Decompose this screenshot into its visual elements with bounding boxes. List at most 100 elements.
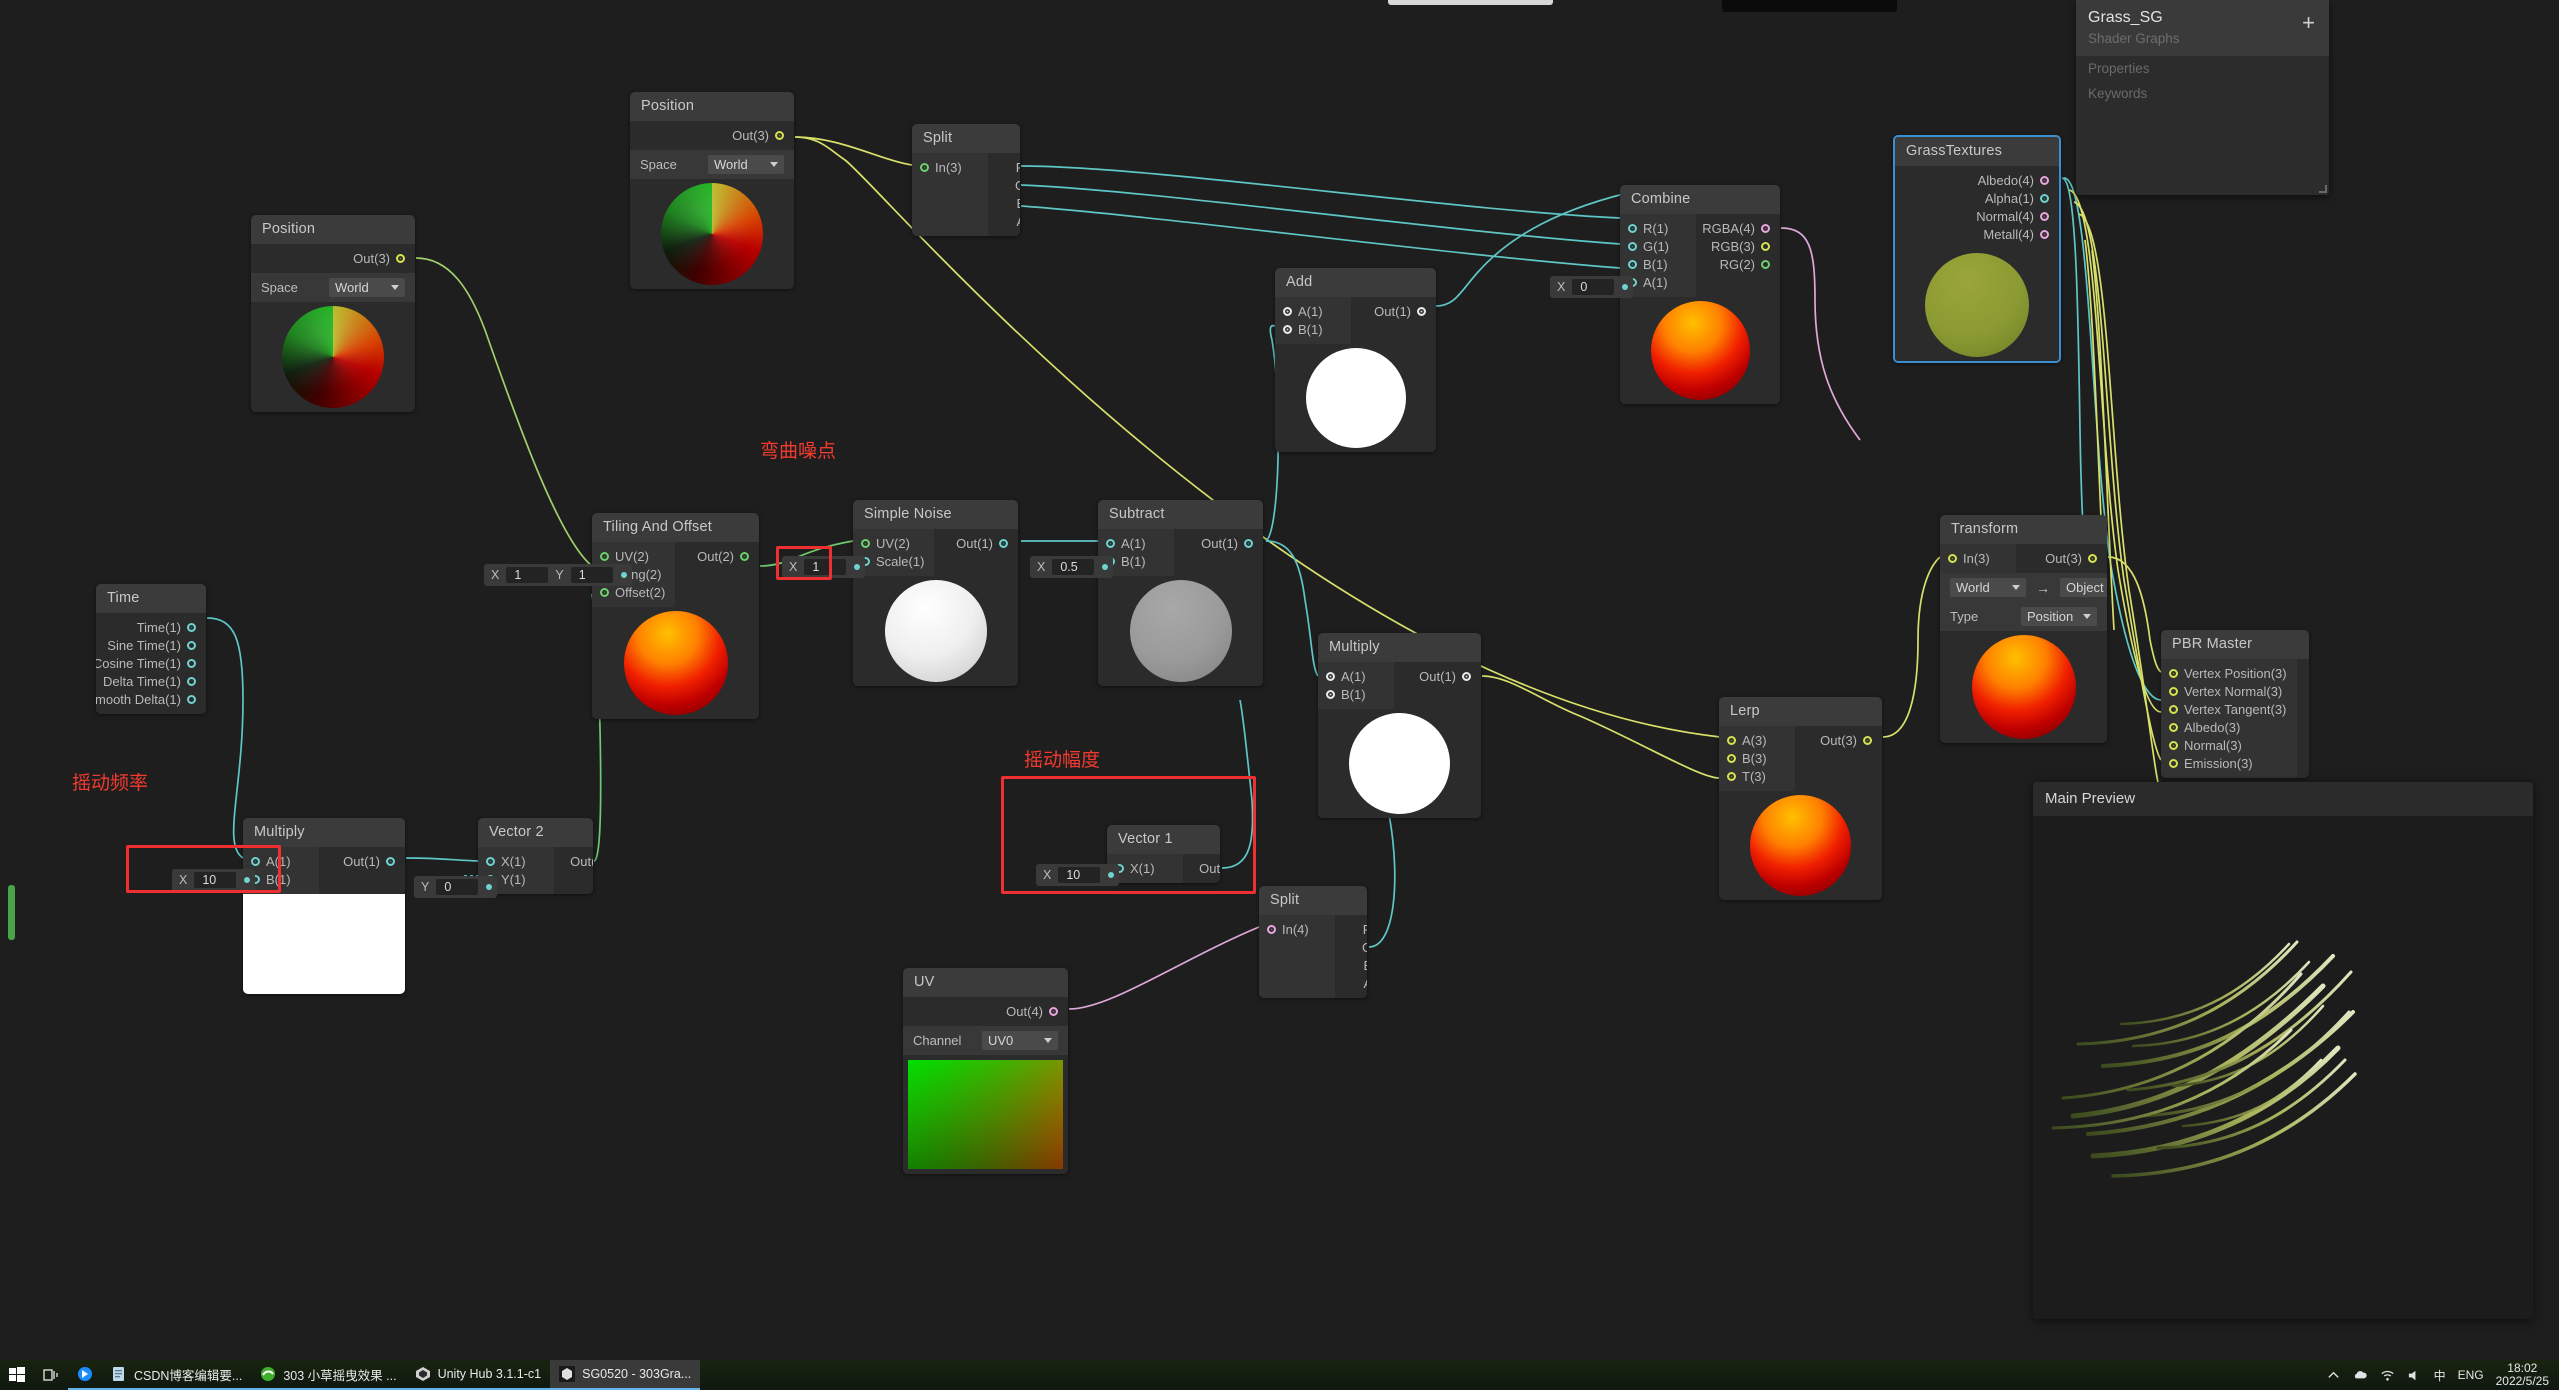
port-dot-icon[interactable] xyxy=(2040,175,2049,185)
input-port[interactable]: A(1) xyxy=(1326,667,1384,685)
output-port[interactable]: Out(1) xyxy=(942,534,1008,552)
output-port[interactable]: Normal(4) xyxy=(1903,207,2049,225)
combine-node[interactable]: Combine R(1) G(1) B(1) A(1) RGBA(4) RGB(… xyxy=(1620,185,1780,404)
output-port[interactable]: Out(4) xyxy=(911,1002,1058,1020)
taskbar-item-unity-hub[interactable]: Unity Hub 3.1.1-c1 xyxy=(405,1360,551,1390)
port-dot-icon[interactable] xyxy=(1326,689,1335,699)
output-port[interactable]: Out(3) xyxy=(1803,731,1872,749)
combine-alpha-value[interactable]: X 0 xyxy=(1550,276,1634,298)
port-dot-icon[interactable] xyxy=(1761,259,1770,269)
input-port[interactable]: Vertex Position(3) xyxy=(2169,664,2287,682)
output-port[interactable]: Out(3) xyxy=(259,249,405,267)
subtract-node[interactable]: Subtract A(1) B(1) Out(1) xyxy=(1098,500,1263,686)
input-port[interactable]: Albedo(3) xyxy=(2169,718,2287,736)
input-port[interactable]: A(1) xyxy=(251,852,309,870)
simple-noise-scale-value[interactable]: X 1 xyxy=(782,556,866,578)
control-dropdown[interactable]: World xyxy=(708,155,784,174)
simple-noise-node[interactable]: Simple Noise UV(2) Scale(1) Out(1) xyxy=(853,500,1018,686)
port-dot-icon[interactable] xyxy=(187,694,196,704)
output-port[interactable]: Sine Time(1) xyxy=(104,636,196,654)
port-dot-icon[interactable] xyxy=(2169,740,2178,750)
port-dot-icon[interactable] xyxy=(2169,722,2178,732)
input-port[interactable]: A(1) xyxy=(1628,273,1686,291)
output-port[interactable]: Out(3) xyxy=(2024,549,2097,567)
port-dot-icon[interactable] xyxy=(2169,704,2178,714)
port-dot-icon[interactable] xyxy=(999,538,1008,548)
port-dot-icon[interactable] xyxy=(1761,241,1770,251)
windows-taskbar[interactable]: CSDN博客编辑要... 303 小草摇曳效果 ... Unity Hub 3.… xyxy=(0,1360,2559,1390)
port-dot-icon[interactable] xyxy=(1283,324,1292,334)
vector2-y-value[interactable]: Y 0 xyxy=(414,876,498,898)
value-input-2[interactable]: 1 xyxy=(570,567,613,583)
value-input[interactable]: 10 xyxy=(194,872,237,888)
subtract-b-value[interactable]: X 0.5 xyxy=(1030,556,1114,578)
multiply-node-frequency[interactable]: Multiply A(1) B(1) Out(1) xyxy=(243,818,405,994)
output-port[interactable]: Out(1) xyxy=(1402,667,1471,685)
input-port[interactable]: R(1) xyxy=(1628,219,1686,237)
widget-port-dot-icon[interactable] xyxy=(620,572,627,578)
port-dot-icon[interactable] xyxy=(251,856,260,866)
control-dropdown-from[interactable]: World xyxy=(1950,578,2026,597)
port-dot-icon[interactable] xyxy=(1948,553,1957,563)
output-port[interactable]: G(1) xyxy=(1343,938,1367,956)
port-dot-icon[interactable] xyxy=(1628,259,1637,269)
widget-port-dot-icon[interactable] xyxy=(1102,564,1109,570)
input-port[interactable]: In(4) xyxy=(1267,920,1325,938)
port-dot-icon[interactable] xyxy=(920,162,929,172)
chevron-up-icon[interactable] xyxy=(2326,1368,2341,1383)
output-port[interactable]: RG(2) xyxy=(1704,255,1770,273)
system-tray[interactable]: 中 ENG 18:02 2022/5/25 xyxy=(2326,1362,2559,1388)
pbr-master-node[interactable]: PBR Master Vertex Position(3) Vertex Nor… xyxy=(2161,630,2309,778)
input-port[interactable]: B(1) xyxy=(1106,552,1164,570)
value-input[interactable]: 1 xyxy=(804,559,847,575)
output-port[interactable]: Out(3) xyxy=(638,126,784,144)
tiling-and-offset-node[interactable]: Tiling And Offset UV(2) Tiling(2) Offset… xyxy=(592,513,759,719)
blackboard-resize-handle[interactable] xyxy=(2319,185,2327,193)
output-port[interactable]: Out(1) xyxy=(1359,302,1426,320)
shader-graph-canvas[interactable]: Position Out(3) Space World Position Out… xyxy=(0,0,2559,1360)
input-port[interactable]: A(1) xyxy=(1106,534,1164,552)
vector1-x-amplitude-value[interactable]: X 10 xyxy=(1036,864,1120,886)
port-dot-icon[interactable] xyxy=(1326,671,1335,681)
port-dot-icon[interactable] xyxy=(1628,223,1637,233)
output-port[interactable]: Cosine Time(1) xyxy=(96,654,196,672)
main-preview-panel[interactable]: Main Preview xyxy=(2033,782,2533,1319)
output-port[interactable]: B(1) xyxy=(996,194,1020,212)
output-port[interactable]: R(1) xyxy=(996,158,1020,176)
input-port[interactable]: In(3) xyxy=(1948,549,2006,567)
port-dot-icon[interactable] xyxy=(187,622,196,632)
blackboard-keywords-section[interactable]: Keywords xyxy=(2076,81,2329,106)
port-dot-icon[interactable] xyxy=(2040,211,2049,221)
output-port[interactable]: R(1) xyxy=(1343,920,1367,938)
port-dot-icon[interactable] xyxy=(187,676,196,686)
port-dot-icon[interactable] xyxy=(1244,538,1253,548)
control-dropdown[interactable]: Position xyxy=(2021,607,2097,626)
port-dot-icon[interactable] xyxy=(1106,538,1115,548)
value-input[interactable]: 0.5 xyxy=(1052,559,1095,575)
port-dot-icon[interactable] xyxy=(486,856,495,866)
output-port[interactable]: Out(2) xyxy=(683,547,749,565)
value-input[interactable]: 0 xyxy=(436,879,479,895)
port-dot-icon[interactable] xyxy=(775,130,784,140)
ime-lang-indicator[interactable]: 中 xyxy=(2434,1367,2446,1384)
input-port[interactable]: UV(2) xyxy=(600,547,665,565)
output-port[interactable]: Out(1) xyxy=(1191,859,1220,877)
port-dot-icon[interactable] xyxy=(187,640,196,650)
input-port[interactable]: Vertex Normal(3) xyxy=(2169,682,2287,700)
cursor-app-button[interactable] xyxy=(68,1360,102,1390)
output-port[interactable]: Albedo(4) xyxy=(1903,171,2049,189)
input-port[interactable]: B(3) xyxy=(1727,749,1785,767)
input-port[interactable]: Emission(3) xyxy=(2169,754,2287,772)
port-dot-icon[interactable] xyxy=(2040,229,2049,239)
port-dot-icon[interactable] xyxy=(1727,735,1736,745)
position-node-left[interactable]: Position Out(3) Space World xyxy=(251,215,415,412)
start-button[interactable] xyxy=(0,1360,34,1390)
port-dot-icon[interactable] xyxy=(1462,671,1471,681)
multiply-node-amplitude[interactable]: Multiply A(1) B(1) Out(1) xyxy=(1318,633,1481,818)
input-port[interactable]: Vertex Tangent(3) xyxy=(2169,700,2287,718)
add-node[interactable]: Add A(1) B(1) Out(1) xyxy=(1275,268,1436,452)
port-dot-icon[interactable] xyxy=(1283,306,1292,316)
port-dot-icon[interactable] xyxy=(2088,553,2097,563)
output-port[interactable]: Out(2) xyxy=(562,852,593,870)
uv-node[interactable]: UV Out(4) Channel UV0 xyxy=(903,968,1068,1174)
